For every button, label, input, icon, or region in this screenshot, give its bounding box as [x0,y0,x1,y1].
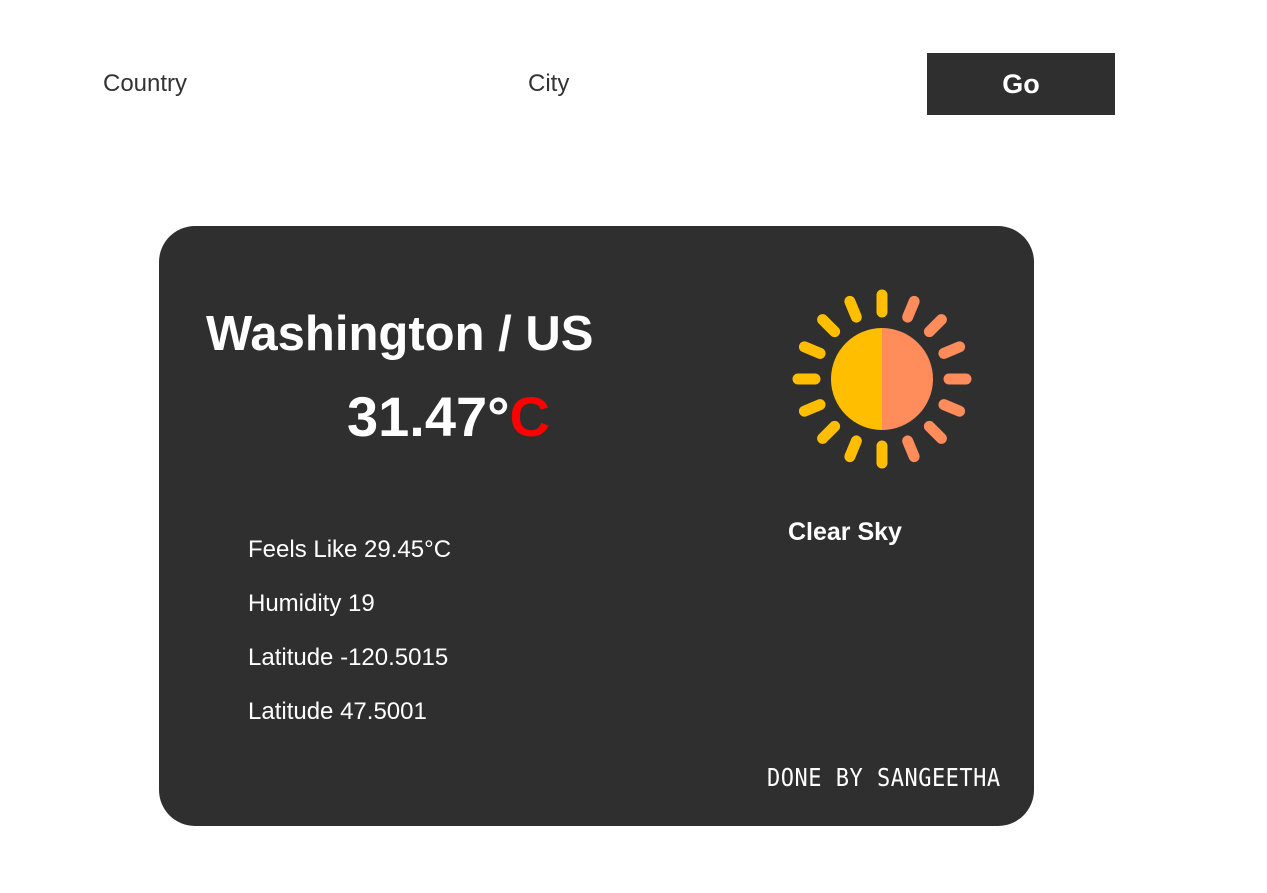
city-input[interactable] [528,60,888,108]
location-title: Washington / US [206,307,594,361]
sun-ray [938,341,966,359]
credit-text: DONE BY SANGEETHA [767,764,1001,793]
sun-ray [844,295,862,323]
country-input[interactable] [103,60,483,108]
sun-ray [923,314,947,338]
sun-ray [902,295,920,323]
sun-ray [923,420,947,444]
sun-ray [817,314,841,338]
sun-ray [798,399,826,417]
weather-condition: Clear Sky [788,518,902,546]
sun-icon [792,289,972,469]
sun-ray [844,435,862,463]
go-button[interactable]: Go [927,53,1115,115]
sun-ray [798,341,826,359]
latitude: Latitude 47.5001 [248,698,427,725]
temperature-value: 31.47° [347,385,510,448]
temperature: 31.47°C [347,384,550,450]
sun-ray [938,399,966,417]
temperature-unit: C [509,385,550,448]
longitude: Latitude -120.5015 [248,644,449,671]
sun-ray [902,435,920,463]
humidity: Humidity 19 [248,590,375,617]
weather-card: Washington / US 31.47°C Clear Sky Feels … [159,226,1034,826]
sun-ray [817,420,841,444]
weather-details: Feels Like 29.45°C Humidity 19 Latitude … [248,532,451,748]
feels-like: Feels Like 29.45°C [248,536,452,563]
search-bar: Go [0,0,1267,140]
